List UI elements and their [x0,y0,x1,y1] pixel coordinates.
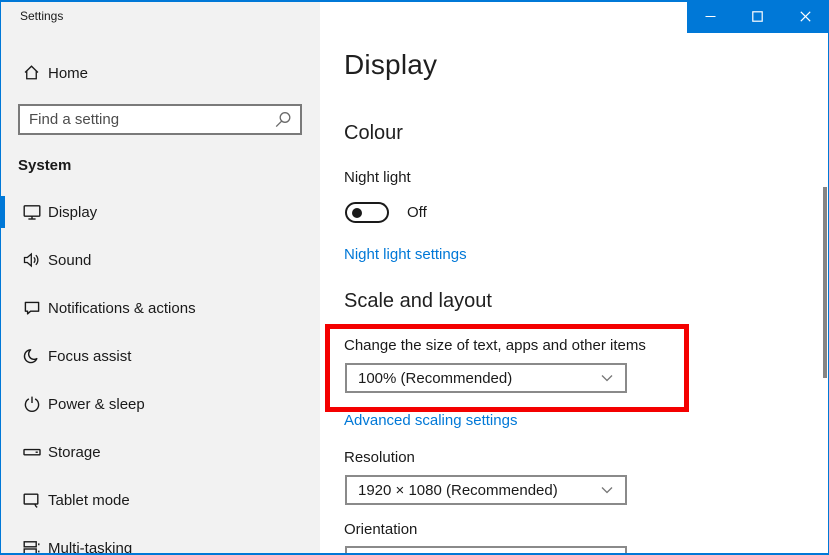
resolution-dropdown[interactable]: 1920 × 1080 (Recommended) [345,475,627,505]
page-title: Display [344,49,437,81]
night-light-settings-link[interactable]: Night light settings [344,246,467,263]
storage-icon [22,442,42,462]
notifications-icon [22,298,42,318]
display-settings-panel: Display Colour Night light Off Night lig… [320,0,829,555]
sidebar-item-home[interactable]: Home [0,53,320,93]
scaling-label: Change the size of text, apps and other … [344,337,646,354]
minimize-button[interactable] [687,0,734,33]
chevron-down-icon [601,374,613,382]
sidebar-item-sound[interactable]: Sound [0,236,320,284]
sidebar-item-tablet-mode[interactable]: Tablet mode [0,476,320,524]
colour-heading: Colour [344,122,403,145]
resolution-label: Resolution [344,449,415,466]
search-icon[interactable] [274,111,292,129]
night-light-label: Night light [344,169,411,186]
display-icon [22,202,42,222]
minimize-icon [705,11,716,22]
orientation-label: Orientation [344,521,417,538]
sidebar-item-focus-assist[interactable]: Focus assist [0,332,320,380]
close-button[interactable] [782,0,829,33]
sidebar-item-label: Sound [48,252,91,269]
sidebar-nav: Display Sound Notifications & actions [0,188,320,555]
advanced-scaling-link[interactable]: Advanced scaling settings [344,412,517,429]
search-box [18,104,302,135]
focus-assist-icon [22,346,42,366]
sidebar-item-label: Focus assist [48,348,131,365]
search-input[interactable] [20,106,269,133]
sidebar-item-label: Notifications & actions [48,300,196,317]
sidebar: Settings Home System [0,0,320,555]
maximize-icon [752,11,763,22]
window-border-left [0,0,1,555]
sidebar-item-power-sleep[interactable]: Power & sleep [0,380,320,428]
vertical-scrollbar-thumb[interactable] [823,187,827,378]
window-title: Settings [20,9,63,23]
titlebar-controls [687,0,829,33]
sound-icon [22,250,42,270]
resolution-value: 1920 × 1080 (Recommended) [358,482,558,499]
sidebar-item-label: Tablet mode [48,492,130,509]
toggle-knob [352,208,362,218]
sidebar-section-system: System [18,157,71,174]
scale-layout-heading: Scale and layout [344,290,492,313]
power-icon [22,394,42,414]
tablet-mode-icon [22,490,42,510]
sidebar-item-label: Home [48,65,88,82]
chevron-down-icon [601,486,613,494]
scaling-dropdown[interactable]: 100% (Recommended) [345,363,627,393]
sidebar-item-label: Power & sleep [48,396,145,413]
home-icon [22,63,41,82]
sidebar-item-notifications[interactable]: Notifications & actions [0,284,320,332]
sidebar-item-multitasking[interactable]: Multi-tasking [0,524,320,555]
sidebar-item-label: Display [48,204,97,221]
night-light-toggle[interactable] [345,202,389,223]
sidebar-item-storage[interactable]: Storage [0,428,320,476]
scaling-value: 100% (Recommended) [358,370,512,387]
close-icon [800,11,811,22]
sidebar-item-label: Storage [48,444,101,461]
settings-window: Settings Home System [0,0,829,555]
sidebar-item-display[interactable]: Display [0,188,320,236]
maximize-button[interactable] [734,0,781,33]
night-light-state: Off [407,204,427,221]
